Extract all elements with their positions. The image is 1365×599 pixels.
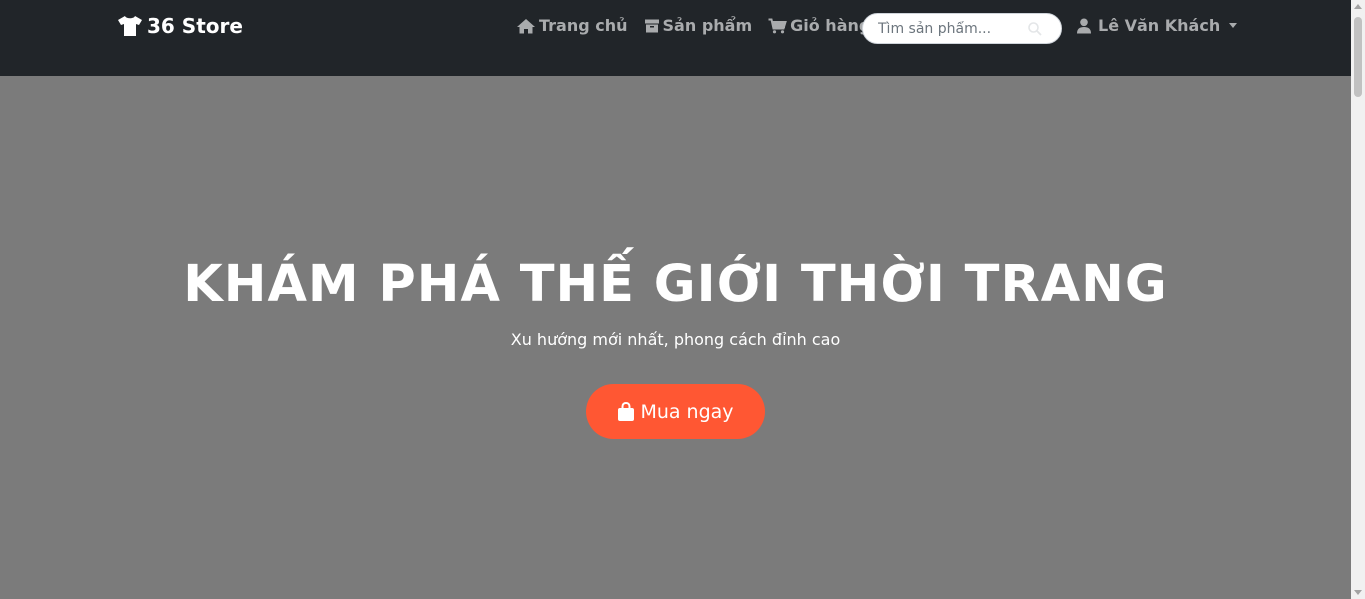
navbar: 36 Store Trang chủ Sản phẩm Giỏ hàng Tìm… bbox=[0, 0, 1351, 76]
nav-item-cart[interactable]: Giỏ hàng bbox=[768, 16, 870, 35]
chevron-down-icon bbox=[1229, 23, 1238, 28]
hero-banner: KHÁM PHÁ THẾ GIỚI THỜI TRANG Xu hướng mớ… bbox=[0, 76, 1351, 599]
scrollbar-thumb[interactable] bbox=[1354, 17, 1362, 97]
search-input[interactable] bbox=[878, 20, 1026, 37]
nav-item-products[interactable]: Sản phẩm bbox=[644, 16, 753, 35]
brand-link[interactable]: 36 Store bbox=[117, 14, 243, 38]
scroll-down-icon[interactable] bbox=[1354, 590, 1362, 595]
user-name: Lê Văn Khách bbox=[1098, 16, 1221, 35]
nav-item-home[interactable]: Trang chủ bbox=[516, 16, 628, 35]
home-icon bbox=[517, 18, 535, 33]
search-box bbox=[862, 13, 1062, 44]
nav-item-cart-label: Giỏ hàng bbox=[790, 16, 871, 35]
shop-now-label: Mua ngay bbox=[640, 400, 734, 423]
user-menu-toggle[interactable]: Lê Văn Khách bbox=[1077, 16, 1238, 35]
nav-item-home-label: Trang chủ bbox=[539, 16, 628, 35]
user-icon bbox=[1077, 18, 1091, 33]
brand-label: 36 Store bbox=[147, 14, 243, 38]
tshirt-icon bbox=[118, 16, 142, 36]
scroll-up-icon[interactable] bbox=[1354, 4, 1362, 9]
shop-now-button[interactable]: Mua ngay bbox=[586, 384, 765, 439]
cart-icon bbox=[768, 18, 787, 33]
page-scrollbar[interactable] bbox=[1351, 0, 1365, 599]
shopping-bag-icon bbox=[618, 401, 635, 421]
hero-subtitle: Xu hướng mới nhất, phong cách đỉnh cao bbox=[510, 330, 841, 349]
box-icon bbox=[644, 19, 659, 32]
hero-title: KHÁM PHÁ THẾ GIỚI THỜI TRANG bbox=[183, 255, 1168, 314]
search-icon[interactable] bbox=[1027, 21, 1043, 37]
nav-links: Trang chủ Sản phẩm Giỏ hàng bbox=[516, 16, 886, 35]
nav-item-products-label: Sản phẩm bbox=[662, 16, 753, 35]
